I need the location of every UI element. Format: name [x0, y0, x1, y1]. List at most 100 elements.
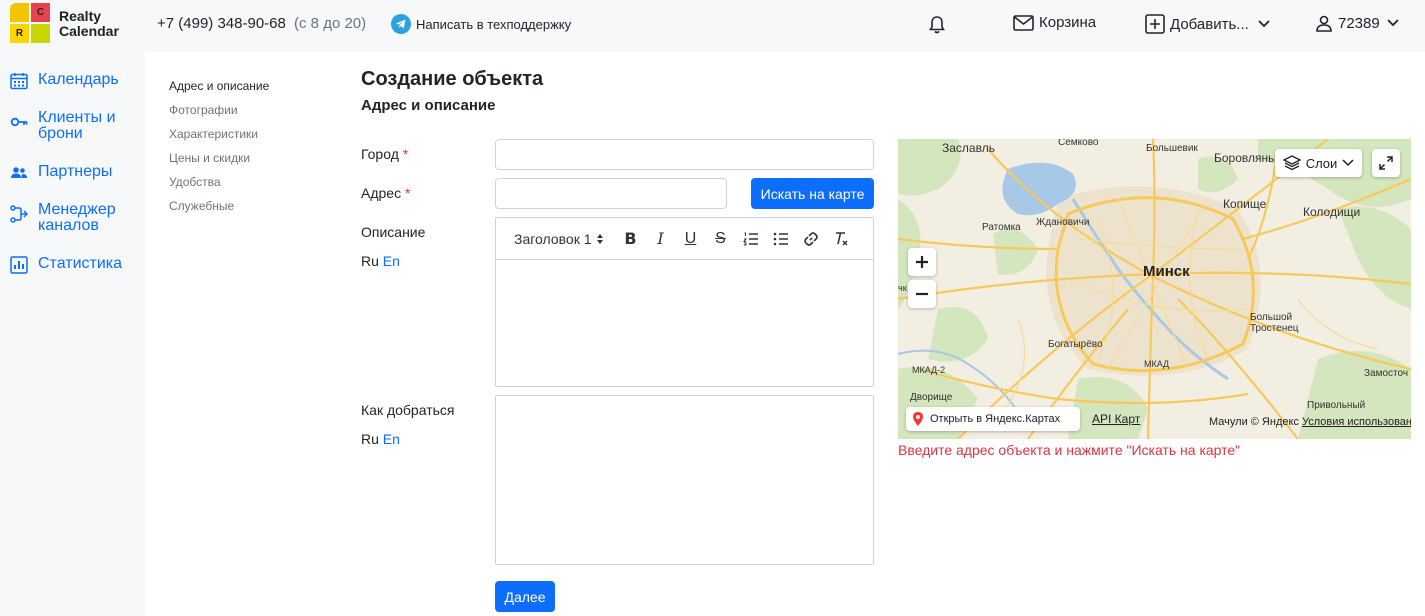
- map-place-label: Боровляны: [1214, 151, 1277, 165]
- section-nav-item-service[interactable]: Служебные: [169, 194, 269, 218]
- map-terms-link[interactable]: Условия использования: [1302, 416, 1411, 428]
- plus-square-icon: [1145, 14, 1165, 34]
- map-place-label: Дворище: [910, 392, 953, 403]
- italic-icon[interactable]: I: [646, 229, 676, 249]
- section-nav: Адрес и описание Фотографии Характеристи…: [169, 74, 269, 218]
- strikethrough-icon[interactable]: S: [706, 229, 736, 249]
- address-label-text: Адрес: [361, 185, 402, 201]
- add-dropdown-button[interactable]: Добавить...: [1145, 14, 1276, 34]
- telegram-icon: [391, 14, 411, 34]
- map-copyright: Мачули © Яндекс Условия использования: [1209, 416, 1411, 428]
- map-pin-icon: [913, 412, 923, 426]
- logo[interactable]: C R Realty Calendar: [10, 3, 119, 44]
- sidebar-item-label: Партнеры: [38, 163, 113, 180]
- add-label: Добавить...: [1170, 15, 1249, 33]
- directions-textarea[interactable]: [495, 395, 874, 565]
- clear-format-icon[interactable]: [826, 229, 856, 249]
- support-link[interactable]: Написать в техподдержку: [391, 14, 571, 34]
- bold-icon[interactable]: B: [616, 229, 646, 249]
- address-label: Адрес *: [361, 185, 410, 201]
- map[interactable]: Заславль Семково Большевик Боровляны Коп…: [898, 139, 1411, 439]
- sidebar-item-channel-manager[interactable]: Менеджер каналов: [10, 202, 135, 234]
- section-nav-item-features[interactable]: Характеристики: [169, 122, 269, 146]
- map-road-label: чк: [898, 283, 907, 293]
- phone-number: +7 (499) 348-90-68: [157, 15, 286, 32]
- link-icon[interactable]: [796, 229, 826, 249]
- lang-en[interactable]: En: [383, 253, 400, 269]
- logo-text-line-2: Calendar: [59, 22, 119, 39]
- logo-text-line-1: Realty: [59, 7, 102, 24]
- heading-select[interactable]: Заголовок 1: [514, 231, 604, 247]
- sidebar-item-partners[interactable]: Партнеры: [10, 164, 112, 182]
- lang-ru[interactable]: Ru: [361, 253, 379, 269]
- next-button[interactable]: Далее: [495, 581, 555, 612]
- logo-tile-2: C: [31, 3, 50, 22]
- map-layers-label: Слои: [1305, 155, 1338, 171]
- address-input[interactable]: [495, 178, 727, 209]
- users-icon: [11, 167, 27, 178]
- search-on-map-button[interactable]: Искать на карте: [751, 178, 874, 209]
- map-road-label: МКАД: [1144, 359, 1170, 369]
- section-nav-item-prices[interactable]: Цены и скидки: [169, 146, 269, 170]
- support-hours: (с 8 до 20): [294, 15, 367, 32]
- top-header: C R Realty Calendar +7 (499) 348-90-68 (…: [0, 0, 1425, 52]
- map-hint-message: Введите адрес объекта и нажмите "Искать …: [898, 442, 1241, 458]
- ordered-list-icon[interactable]: [736, 229, 766, 249]
- map-layers-button[interactable]: Слои: [1275, 149, 1362, 177]
- lang-en[interactable]: En: [383, 431, 400, 447]
- heading-select-value: Заголовок 1: [514, 230, 592, 247]
- directions-lang-switch: Ru En: [361, 431, 400, 447]
- description-editor[interactable]: Заголовок 1 B I U S: [495, 217, 874, 387]
- sort-arrows-icon: [596, 233, 603, 244]
- map-place-label: Копище: [1223, 197, 1267, 211]
- description-label: Описание: [361, 224, 426, 240]
- map-place-label: Привольный: [1307, 400, 1366, 411]
- chevron-down-icon: [1387, 19, 1399, 27]
- city-label: Город *: [361, 146, 408, 162]
- map-zoom-out-button[interactable]: [908, 280, 936, 308]
- map-place-label: Ратомка: [982, 222, 1021, 233]
- map-place-label: Ждановичи: [1036, 217, 1090, 228]
- chart-icon: [10, 256, 28, 274]
- sidebar-item-calendar[interactable]: Календарь: [10, 72, 119, 90]
- map-fullscreen-button[interactable]: [1372, 149, 1400, 177]
- logo-tile-4: [31, 24, 50, 43]
- section-nav-item-address[interactable]: Адрес и описание: [169, 74, 269, 98]
- section-nav-item-photos[interactable]: Фотографии: [169, 98, 269, 122]
- sidebar-item-statistics[interactable]: Статистика: [10, 256, 122, 274]
- chevron-down-icon: [1258, 20, 1270, 28]
- map-city-label: Минск: [1143, 263, 1190, 280]
- open-in-yandex-label: Открыть в Яндекс.Картах: [930, 413, 1061, 425]
- logo-tile-3: R: [10, 24, 29, 43]
- logo-text: Realty Calendar: [59, 7, 119, 39]
- open-in-yandex-maps-button[interactable]: Открыть в Яндекс.Картах: [906, 407, 1080, 431]
- logo-tile-1: [10, 3, 29, 22]
- sidebar: Календарь Клиенты и брони Партнеры Менед…: [0, 52, 145, 616]
- main-content: Адрес и описание Фотографии Характеристи…: [145, 52, 1425, 616]
- map-copyright-text: Мачули © Яндекс: [1209, 416, 1299, 428]
- cart-button[interactable]: Корзина: [1013, 14, 1096, 31]
- city-input[interactable]: [495, 139, 874, 170]
- map-api-link[interactable]: API Карт: [1092, 412, 1140, 426]
- sidebar-item-label: Менеджер каналов: [38, 201, 116, 234]
- user-id: 72389: [1338, 14, 1380, 32]
- plus-icon: [916, 256, 928, 268]
- city-label-text: Город: [361, 146, 399, 162]
- lang-ru[interactable]: Ru: [361, 431, 379, 447]
- minus-icon: [916, 292, 928, 296]
- chevron-down-icon: [1342, 159, 1354, 167]
- support-phone: +7 (499) 348-90-68 (с 8 до 20): [157, 15, 366, 32]
- directions-label: Как добраться: [361, 402, 455, 418]
- notifications-bell-icon[interactable]: [927, 15, 947, 35]
- map-zoom-in-button[interactable]: [908, 248, 936, 276]
- section-nav-item-amenities[interactable]: Удобства: [169, 170, 269, 194]
- underline-icon[interactable]: U: [676, 229, 706, 249]
- editor-toolbar: Заголовок 1 B I U S: [496, 218, 873, 260]
- bullet-list-icon[interactable]: [766, 229, 796, 249]
- sidebar-item-clients[interactable]: Клиенты и брони: [10, 110, 135, 142]
- key-icon: [10, 117, 28, 127]
- section-title: Адрес и описание: [361, 97, 496, 114]
- user-menu-button[interactable]: 72389: [1315, 14, 1405, 32]
- map-place-label: Богатырёво: [1048, 339, 1103, 350]
- layers-icon: [1282, 155, 1301, 171]
